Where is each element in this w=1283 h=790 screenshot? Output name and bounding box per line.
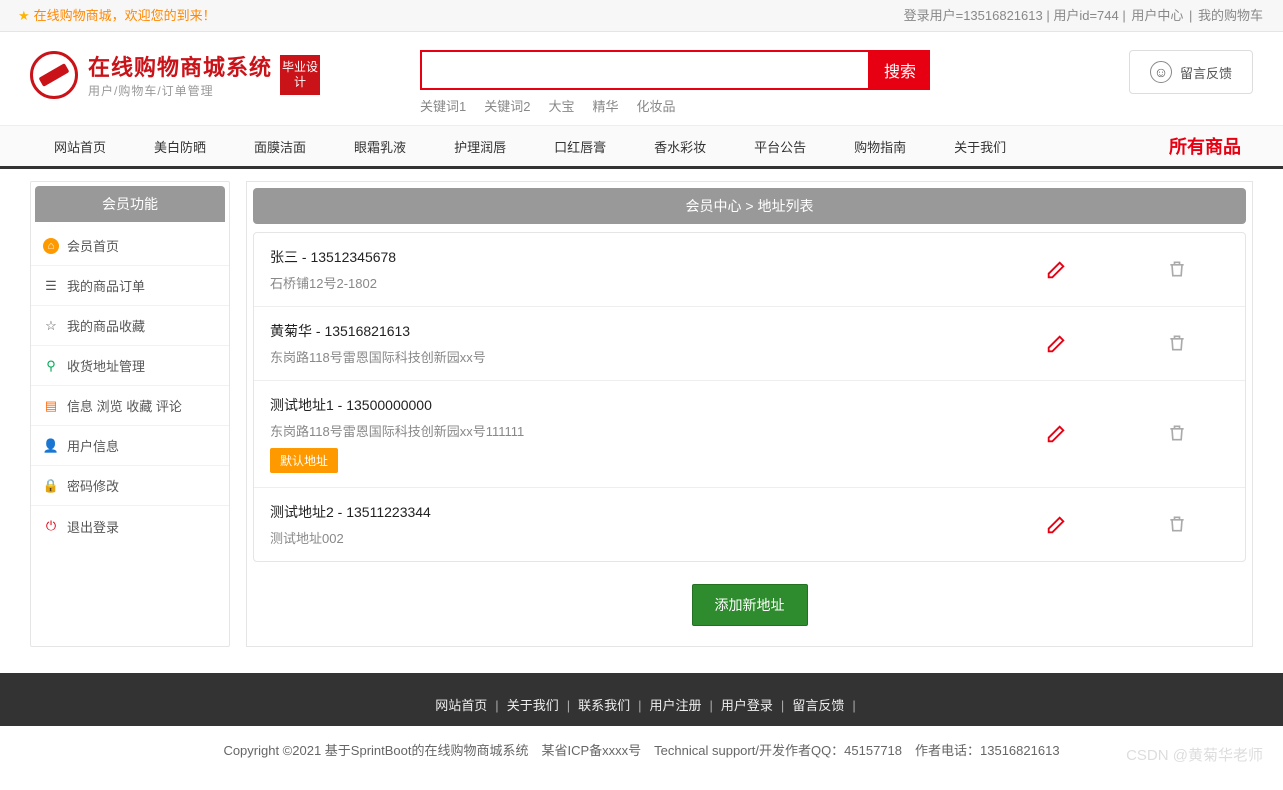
keyword-link[interactable]: 关键词1	[420, 99, 466, 114]
sidebar-item-label: 收货地址管理	[67, 356, 145, 375]
logo-icon	[30, 51, 78, 99]
nav-item[interactable]: 口红唇膏	[530, 126, 630, 166]
sidebar-item[interactable]: ☰ 我的商品订单	[31, 266, 229, 306]
keyword-link[interactable]: 关键词2	[484, 99, 530, 114]
user-center-link[interactable]: 用户中心	[1131, 8, 1183, 23]
my-cart-link[interactable]: 我的购物车	[1198, 8, 1263, 23]
delete-icon[interactable]	[1167, 259, 1189, 281]
nav-item[interactable]: 美白防晒	[130, 126, 230, 166]
address-item: 黄菊华 - 13516821613 东岗路118号雷恩国际科技创新园xx号	[254, 307, 1245, 381]
address-detail: 东岗路118号雷恩国际科技创新园xx号	[270, 347, 1045, 366]
footer-link[interactable]: 用户注册	[650, 698, 702, 713]
watermark: CSDN @黄菊华老师	[1126, 744, 1263, 765]
delete-icon[interactable]	[1167, 423, 1189, 445]
nav-item[interactable]: 平台公告	[730, 126, 830, 166]
address-detail: 测试地址002	[270, 528, 1045, 547]
sidebar-item-label: 我的商品收藏	[67, 316, 145, 335]
logo-subtitle: 用户/购物车/订单管理	[88, 82, 272, 99]
sidebar-item[interactable]: 👤 用户信息	[31, 426, 229, 466]
sidebar-item[interactable]: ☆ 我的商品收藏	[31, 306, 229, 346]
all-goods-link[interactable]: 所有商品	[1157, 133, 1253, 159]
keyword-link[interactable]: 精华	[593, 99, 619, 114]
home-icon: ⌂	[43, 238, 59, 254]
footer-link[interactable]: 关于我们	[507, 698, 559, 713]
address-title: 测试地址1 - 13500000000	[270, 395, 1045, 415]
sidebar-item-label: 用户信息	[67, 436, 119, 455]
footer-link[interactable]: 留言反馈	[792, 698, 844, 713]
welcome-text: ★ 在线购物商城，欢迎您的到来！	[18, 0, 216, 31]
sidebar-item-label: 信息 浏览 收藏 评论	[67, 396, 182, 415]
login-user-label: 登录用户=13516821613	[904, 8, 1043, 23]
sidebar-item[interactable]: ⌂ 会员首页	[31, 226, 229, 266]
address-item: 张三 - 13512345678 石桥铺12号2-1802	[254, 233, 1245, 307]
keyword-link[interactable]: 大宝	[548, 99, 574, 114]
sidebar-item[interactable]: ⏻ 退出登录	[31, 506, 229, 546]
nav-item[interactable]: 网站首页	[30, 126, 130, 166]
address-detail: 东岗路118号雷恩国际科技创新园xx号111111	[270, 421, 1045, 440]
nav-item[interactable]: 护理润唇	[430, 126, 530, 166]
keyword-link[interactable]: 化妆品	[637, 99, 676, 114]
sidebar-item[interactable]: ▤ 信息 浏览 收藏 评论	[31, 386, 229, 426]
nav-item[interactable]: 面膜洁面	[230, 126, 330, 166]
edit-icon[interactable]	[1045, 333, 1067, 355]
nav-item[interactable]: 眼霜乳液	[330, 126, 430, 166]
breadcrumb: 会员中心 > 地址列表	[253, 188, 1246, 224]
star-icon: ☆	[43, 318, 59, 334]
nav-item[interactable]: 购物指南	[830, 126, 930, 166]
address-title: 黄菊华 - 13516821613	[270, 321, 1045, 341]
sidebar-title: 会员功能	[35, 186, 225, 222]
nav-item[interactable]: 关于我们	[930, 126, 1030, 166]
edit-icon[interactable]	[1045, 514, 1067, 536]
sidebar-item-label: 退出登录	[67, 517, 119, 536]
address-title: 张三 - 13512345678	[270, 247, 1045, 267]
default-address-tag: 默认地址	[270, 448, 338, 473]
order-icon: ☰	[43, 278, 59, 294]
pin-icon: ⚲	[43, 358, 59, 374]
logo-badge: 毕业设计	[280, 55, 320, 95]
delete-icon[interactable]	[1167, 333, 1189, 355]
footer-link[interactable]: 网站首页	[435, 698, 487, 713]
sidebar-item[interactable]: 🔒 密码修改	[31, 466, 229, 506]
star-icon: ★	[18, 0, 30, 32]
user-id-label: 用户id=744	[1053, 8, 1118, 23]
footer-link[interactable]: 联系我们	[578, 698, 630, 713]
sidebar-item[interactable]: ⚲ 收货地址管理	[31, 346, 229, 386]
address-item: 测试地址2 - 13511223344 测试地址002	[254, 488, 1245, 561]
list-icon: ▤	[43, 398, 59, 414]
feedback-button[interactable]: ☺ 留言反馈	[1129, 50, 1253, 94]
sidebar-item-label: 密码修改	[67, 476, 119, 495]
footer-link[interactable]: 用户登录	[721, 698, 773, 713]
address-detail: 石桥铺12号2-1802	[270, 273, 1045, 292]
logo-block[interactable]: 在线购物商城系统 用户/购物车/订单管理 毕业设计	[30, 50, 320, 99]
edit-icon[interactable]	[1045, 259, 1067, 281]
power-icon: ⏻	[43, 518, 59, 534]
edit-icon[interactable]	[1045, 423, 1067, 445]
user-icon: 👤	[43, 438, 59, 454]
address-item: 测试地址1 - 13500000000 东岗路118号雷恩国际科技创新园xx号11…	[254, 381, 1245, 488]
logo-title: 在线购物商城系统	[88, 50, 272, 82]
copyright-text: Copyright ©2021 基于SprintBoot的在线购物商城系统 某省…	[223, 743, 1059, 758]
headset-icon: ☺	[1150, 61, 1172, 83]
lock-icon: 🔒	[43, 478, 59, 494]
address-title: 测试地址2 - 13511223344	[270, 502, 1045, 522]
search-input[interactable]	[420, 50, 870, 90]
delete-icon[interactable]	[1167, 514, 1189, 536]
search-button[interactable]: 搜索	[870, 50, 930, 90]
add-address-button[interactable]: 添加新地址	[692, 584, 808, 626]
sidebar-item-label: 我的商品订单	[67, 276, 145, 295]
sidebar-item-label: 会员首页	[67, 236, 119, 255]
nav-item[interactable]: 香水彩妆	[630, 126, 730, 166]
top-right-links: 登录用户=13516821613 | 用户id=744 | 用户中心 | 我的购…	[904, 0, 1265, 31]
